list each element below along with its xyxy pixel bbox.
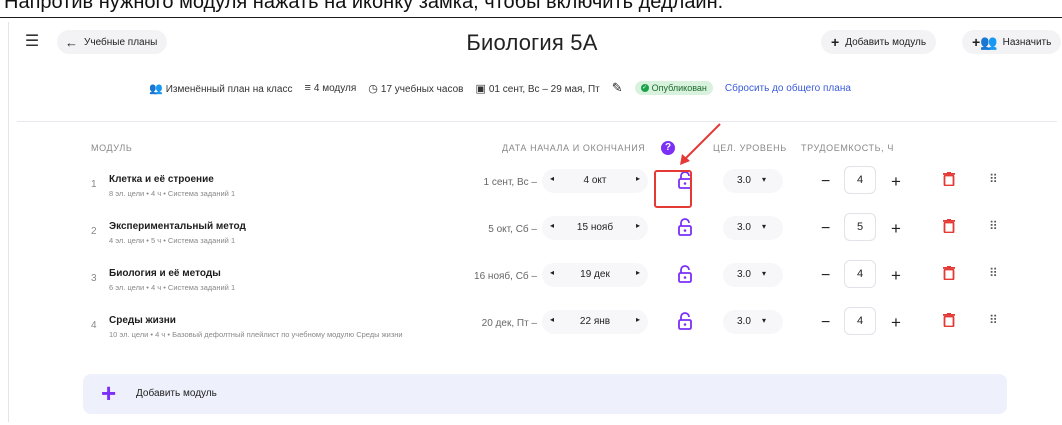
level-value: 3.0 [737, 269, 751, 280]
plus-icon: + [101, 378, 117, 408]
start-date: 20 дек, Пт – [481, 318, 537, 329]
add-users-icon: +👥 [972, 34, 998, 50]
lock-icon[interactable] [677, 312, 693, 330]
decrement-button[interactable]: − [821, 173, 830, 191]
module-name[interactable]: Биология и её методы [109, 268, 221, 279]
module-details: 6 эл. цели • 4 ч • Система заданий 1 [109, 283, 236, 292]
reset-plan-link[interactable]: Сбросить до общего плана [725, 83, 851, 94]
level-select[interactable]: 3.0 ▾ [723, 263, 783, 287]
users-icon: 👥 [149, 82, 163, 95]
hours-input[interactable]: 4 [844, 166, 876, 194]
decrement-button[interactable]: − [821, 267, 830, 285]
end-date-picker[interactable]: ◂ 15 нояб ▸ [542, 216, 648, 240]
drag-handle-icon[interactable]: ⠿ [989, 266, 999, 280]
end-date-picker[interactable]: ◂ 19 дек ▸ [542, 263, 648, 287]
level-value: 3.0 [737, 175, 751, 186]
decrement-button[interactable]: − [821, 220, 830, 238]
level-value: 3.0 [737, 222, 751, 233]
date-range: ▣ 01 сент, Вс – 29 мая, Пт [475, 82, 600, 95]
status-badge: ✓ Опубликован [634, 81, 713, 95]
drag-handle-icon[interactable]: ⠿ [989, 219, 999, 233]
level-select[interactable]: 3.0 ▾ [723, 169, 783, 193]
column-header-module: МОДУЛЬ [91, 143, 133, 153]
column-header-effort: ТРУДОЕМКОСТЬ, Ч [801, 143, 894, 153]
trash-icon[interactable] [943, 313, 955, 327]
end-date-value: 19 дек [580, 269, 610, 280]
drag-handle-icon[interactable]: ⠿ [989, 313, 999, 327]
add-module-bar[interactable]: + Добавить модуль [83, 374, 1007, 414]
clock-icon: ◷ [368, 82, 378, 95]
divider [17, 121, 1057, 122]
app-frame: ☰ ← Учебные планы Биология 5А + Добавить… [8, 22, 1062, 422]
column-header-dates: ДАТА НАЧАЛА И ОКОНЧАНИЯ [502, 143, 646, 153]
trash-icon[interactable] [943, 219, 955, 233]
calendar-icon: ▣ [475, 82, 486, 95]
start-date: 1 сент, Вс – [483, 177, 537, 188]
check-circle-icon: ✓ [640, 84, 649, 92]
end-date-value: 15 нояб [576, 222, 614, 233]
drag-handle-icon[interactable]: ⠿ [989, 172, 999, 186]
hours-input[interactable]: 4 [844, 260, 876, 288]
end-date-value: 22 янв [579, 316, 611, 327]
next-date-icon[interactable]: ▸ [636, 315, 640, 324]
hours-total: ◷ 17 учебных часов [368, 82, 464, 95]
start-date: 16 нояб, Сб – [474, 271, 537, 282]
caret-down-icon: ▾ [762, 222, 767, 231]
modules-count: ≡ 4 модуля [304, 82, 357, 94]
assign-label: Назначить [1002, 36, 1052, 48]
lock-icon[interactable] [677, 265, 693, 283]
row-number: 1 [91, 179, 97, 190]
module-details: 8 эл. цели • 4 ч • Система заданий 1 [109, 189, 236, 198]
hours-input[interactable]: 4 [844, 307, 876, 335]
trash-icon[interactable] [943, 172, 955, 186]
caret-down-icon: ▾ [762, 175, 767, 184]
plus-icon: + [831, 34, 840, 50]
plan-type: 👥 Изменённый план на класс [149, 82, 293, 95]
pointer-arrow-icon [680, 123, 721, 165]
lock-icon[interactable] [677, 218, 693, 236]
hours-input[interactable]: 5 [844, 213, 876, 241]
decrement-button[interactable]: − [821, 314, 830, 332]
next-date-icon[interactable]: ▸ [636, 268, 640, 277]
add-module-button[interactable]: + Добавить модуль [821, 30, 937, 54]
add-module-label: Добавить модуль [845, 36, 927, 48]
caret-down-icon: ▾ [762, 316, 767, 325]
level-select[interactable]: 3.0 ▾ [723, 216, 783, 240]
row-number: 4 [91, 320, 97, 331]
edit-pencil-icon[interactable]: ✎ [612, 80, 623, 96]
end-date-picker[interactable]: ◂ 4 окт ▸ [542, 169, 648, 193]
increment-button[interactable]: + [891, 313, 901, 333]
level-select[interactable]: 3.0 ▾ [723, 310, 783, 334]
row-number: 3 [91, 273, 97, 284]
increment-button[interactable]: + [891, 266, 901, 286]
caret-down-icon: ▾ [762, 269, 767, 278]
level-value: 3.0 [737, 316, 751, 327]
add-module-bar-label: Добавить модуль [136, 388, 217, 399]
assign-button[interactable]: +👥 Назначить [962, 30, 1062, 54]
plan-meta: 👥 Изменённый план на класс ≡ 4 модуля ◷ 17 … [149, 78, 851, 98]
instruction-caption: Напротив нужного модуля нажать на иконку… [0, 0, 1062, 18]
increment-button[interactable]: + [891, 219, 901, 239]
instruction-underline [0, 17, 1062, 18]
instruction-text: Напротив нужного модуля нажать на иконку… [4, 0, 724, 13]
trash-icon[interactable] [943, 266, 955, 280]
module-details: 4 эл. цели • 5 ч • Система заданий 1 [109, 236, 236, 245]
start-date: 5 окт, Сб – [488, 224, 537, 235]
module-name[interactable]: Среды жизни [109, 315, 176, 326]
lock-highlight-box [654, 170, 692, 208]
end-date-picker[interactable]: ◂ 22 янв ▸ [542, 310, 648, 334]
next-date-icon[interactable]: ▸ [636, 174, 640, 183]
module-name[interactable]: Клетка и её строение [109, 174, 214, 185]
module-row: 2 Экспериментальный метод 4 эл. цели • 5… [9, 213, 1059, 266]
module-row: 1 Клетка и её строение 8 эл. цели • 4 ч … [9, 166, 1059, 219]
next-date-icon[interactable]: ▸ [636, 221, 640, 230]
module-details: 10 эл. цели • 4 ч • Базовый дефолтный пл… [109, 330, 403, 339]
increment-button[interactable]: + [891, 172, 901, 192]
row-number: 2 [91, 226, 97, 237]
module-row: 3 Биология и её методы 6 эл. цели • 4 ч … [9, 260, 1059, 313]
end-date-value: 4 окт [583, 175, 607, 186]
module-row: 4 Среды жизни 10 эл. цели • 4 ч • Базовы… [9, 307, 1059, 360]
list-icon: ≡ [304, 82, 311, 94]
module-name[interactable]: Экспериментальный метод [109, 221, 246, 232]
